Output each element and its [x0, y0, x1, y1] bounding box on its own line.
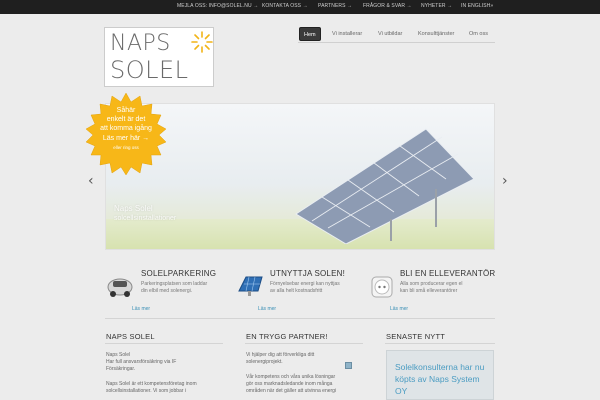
- feature-title-utnyttja-solen: UTNYTTJA SOLEN!: [270, 269, 346, 278]
- badge-line-3: att komma igång: [100, 125, 152, 132]
- logo-line-2: SOLEL: [110, 56, 189, 84]
- nav-divider: [298, 42, 495, 43]
- feature-text-3-line-1: Alla som producerar egen el: [400, 281, 463, 287]
- column-2-text-4: gör oss marknadsledande inom många: [246, 381, 333, 387]
- badge-read-more-link[interactable]: Läs mer här →: [84, 134, 168, 143]
- column-1-text-5: solcellsinstallationer. Vi som jobbar i: [106, 388, 186, 394]
- feature-text-2-line-1: Förnyelsebar energi kan nyttjas: [270, 281, 340, 287]
- badge-line-1: Såhär: [116, 107, 136, 114]
- electric-car-icon: [107, 278, 133, 297]
- topbar-link-english[interactable]: IN ENGLISH»: [461, 3, 493, 9]
- column-1-text-3: Försäkringar.: [106, 366, 136, 372]
- topbar-link-contact[interactable]: KONTAKTA OSS →: [262, 3, 308, 9]
- slider-caption-subtitle: solcellsinstallationer: [114, 215, 177, 222]
- document-icon: [345, 362, 352, 369]
- column-2-text-2: solenergiprojekt.: [246, 359, 283, 365]
- top-bar: MEJLA OSS: INFO@SOLEL.NU → KONTAKTA OSS …: [0, 0, 600, 14]
- feature-2-read-more-link[interactable]: Läs mer: [258, 306, 276, 312]
- nav-item-vi-utbildar[interactable]: Vi utbildar: [378, 27, 402, 41]
- badge-line-2: enkelt är det: [106, 116, 146, 123]
- column-title-senaste-nytt: SENASTE NYTT: [386, 332, 446, 341]
- topbar-link-email[interactable]: MEJLA OSS: INFO@SOLEL.NU →: [177, 3, 258, 9]
- slider-caption-title: Naps Solel: [114, 204, 153, 213]
- feature-text-1-line-1: Parkeringsplatsen som laddar: [141, 281, 208, 287]
- nav-item-vi-installerar[interactable]: Vi installerar: [332, 27, 362, 41]
- feature-text-2-line-2: av alla helt kostnadsfritt: [270, 288, 323, 294]
- topbar-link-partners[interactable]: PARTNERS →: [318, 3, 352, 9]
- latest-news-box[interactable]: Solelkonsulterna har nu köpts av Naps Sy…: [386, 350, 494, 400]
- column-1-text-2: Har full ansvarsförsäkring via IF: [106, 359, 177, 365]
- sun-icon: [191, 31, 213, 53]
- topbar-link-faq[interactable]: FRÅGOR & SVAR →: [363, 3, 412, 9]
- column-title-en-trygg-partner: EN TRYGG PARTNER!: [246, 332, 328, 341]
- column-title-naps-solel: NAPS SOLEL: [106, 332, 155, 341]
- feature-1-read-more-link[interactable]: Läs mer: [132, 306, 150, 312]
- topbar-link-news[interactable]: NYHETER →: [421, 3, 452, 9]
- feature-title-bli-en-elleverantor: BLI EN ELLEVERANTÖR: [400, 269, 496, 278]
- slider-prev-arrow[interactable]: ‹: [88, 174, 98, 188]
- column-1-text-1: Naps Solel: [106, 352, 131, 358]
- column-1-text-4: Naps Solel är ett kompetensföretag inom: [106, 381, 197, 387]
- column-3-divider: [385, 343, 495, 344]
- power-outlet-icon: [371, 276, 393, 298]
- nav-item-hem[interactable]: Hem: [299, 27, 321, 41]
- feature-text-3-line-2: kan bli små elleverantörer: [400, 288, 458, 294]
- column-2-text-5: områden när det gäller att utvinna energ…: [246, 388, 337, 394]
- feature-text-1-line-2: din elbil med solenergi.: [141, 288, 193, 294]
- section-divider: [105, 318, 495, 319]
- logo-line-1: NAPS: [110, 31, 171, 56]
- solar-panel-icon: [238, 276, 263, 296]
- column-2-text-1: Vi hjälper dig att förverkliga ditt: [246, 352, 315, 358]
- column-2-divider: [245, 343, 363, 344]
- column-2-text-3: Vår kompetens och våra unika lösningar: [246, 374, 336, 380]
- slider-next-arrow[interactable]: ›: [502, 174, 512, 188]
- solar-panel-image: [295, 128, 475, 244]
- latest-news-link[interactable]: Solelkonsulterna har nu köpts av Naps Sy…: [395, 361, 490, 397]
- nav-item-om-oss[interactable]: Om oss: [469, 27, 488, 41]
- feature-3-read-more-link[interactable]: Läs mer: [390, 306, 408, 312]
- column-1-divider: [105, 343, 223, 344]
- starburst-badge[interactable]: [84, 91, 168, 175]
- badge-line-5: eller ring oss: [113, 145, 139, 150]
- feature-title-solelparkering: SOLELPARKERING: [141, 269, 217, 278]
- nav-item-konsulttjanster[interactable]: Konsulttjänster: [418, 27, 454, 41]
- site-logo[interactable]: NAPS SOLEL: [104, 27, 214, 87]
